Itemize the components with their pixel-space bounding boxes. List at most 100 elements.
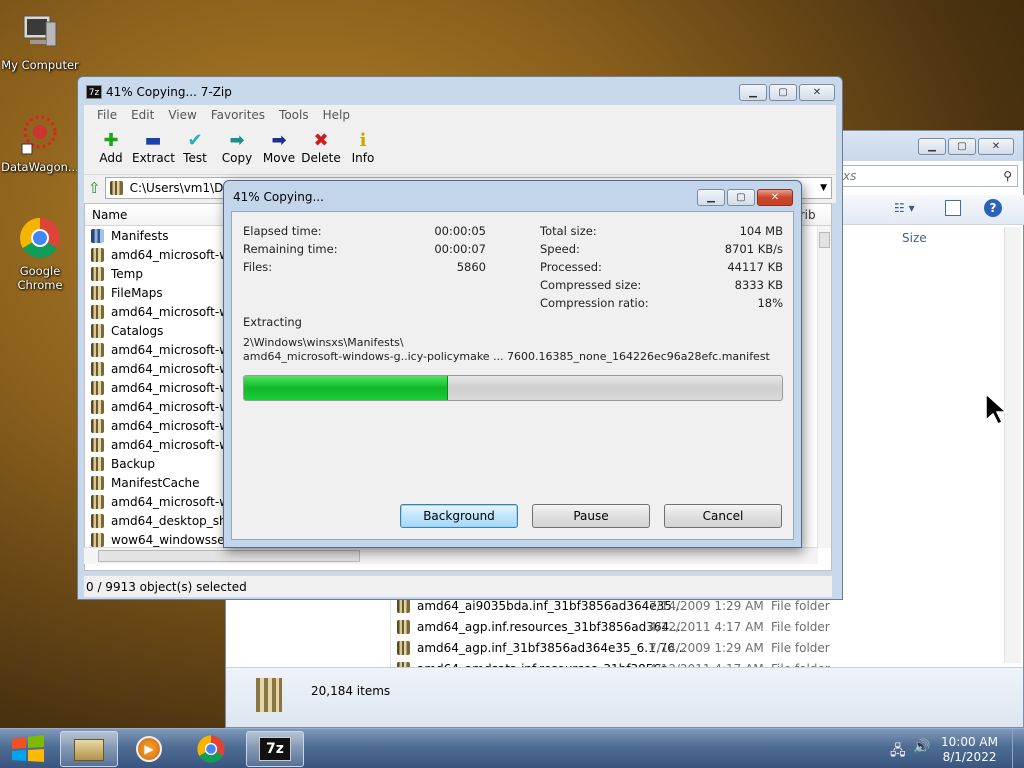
folder-icon: [91, 361, 104, 376]
menu-help[interactable]: Help: [316, 108, 357, 122]
search-text: xs: [843, 169, 857, 183]
scroll-thumb[interactable]: [98, 550, 360, 562]
explorer-scrollbar[interactable]: [1004, 227, 1021, 663]
search-icon: ⚲: [1003, 169, 1012, 183]
maximize-button[interactable]: ▢: [727, 189, 755, 206]
extract-button[interactable]: ▬ Extract: [132, 125, 175, 174]
search-input[interactable]: xs ⚲: [838, 165, 1018, 187]
taskbar-chrome[interactable]: [182, 731, 240, 767]
close-button[interactable]: ✕: [978, 138, 1014, 155]
views-icon[interactable]: ☷ ▾: [894, 201, 915, 215]
move-button[interactable]: ➡ Move: [258, 125, 300, 174]
file-name: amd64_microsoft-win: [111, 342, 240, 357]
7zip-titlebar[interactable]: 7z 41% Copying... 7-Zip: [78, 77, 842, 107]
files-label: Files:: [243, 260, 273, 274]
background-button[interactable]: Background: [400, 504, 518, 528]
menu-favorites[interactable]: Favorites: [204, 108, 272, 122]
folder-icon: [74, 739, 104, 761]
desktop-icon-google-chrome[interactable]: Google Chrome: [0, 216, 80, 292]
current-path: 2\Windows\winsxs\Manifests\: [243, 336, 404, 349]
system-clock[interactable]: 10:00 AM 8/1/2022: [941, 735, 998, 765]
taskbar-7zip[interactable]: 7z: [246, 731, 304, 767]
7zip-logo-icon: 7z: [259, 737, 291, 761]
dialog-body: Elapsed time: 00:00:05 Remaining time: 0…: [231, 211, 794, 540]
folder-icon: [91, 399, 104, 414]
help-icon[interactable]: ?: [984, 199, 1002, 217]
list-item[interactable]: amd64_agp.inf_31bf3856ad364e35_6.1.76...…: [391, 637, 1001, 658]
maximize-button[interactable]: ▢: [948, 138, 976, 155]
menu-file[interactable]: File: [90, 108, 124, 122]
desktop-icon-label: Google Chrome: [17, 264, 63, 292]
folder-icon: [91, 532, 104, 547]
column-header-size[interactable]: Size: [902, 231, 927, 245]
copy-button[interactable]: ➡ Copy: [216, 125, 258, 174]
list-item[interactable]: amd64_agp.inf.resources_31bf3856ad364...…: [391, 616, 1001, 637]
file-name: amd64_microsoft-win: [111, 418, 240, 433]
cancel-button[interactable]: Cancel: [664, 504, 782, 528]
info-label: Info: [351, 151, 375, 165]
file-name: amd64_microsoft-win: [111, 437, 240, 452]
network-icon[interactable]: 🖧: [890, 740, 906, 764]
file-name: FileMaps: [111, 285, 163, 300]
address-text: C:\Users\vm1\D: [129, 181, 224, 195]
preview-pane-icon[interactable]: [945, 200, 961, 216]
folder-icon: [91, 285, 104, 300]
vertical-scrollbar[interactable]: [817, 226, 831, 548]
minimize-button[interactable]: ▁: [739, 84, 767, 101]
taskbar-explorer[interactable]: [60, 731, 118, 767]
desktop-icon-my-computer[interactable]: My Computer: [0, 10, 80, 72]
toolbar: ✚ Add ▬ Extract ✔ Test ➡ Copy ➡ Move ✖ D…: [84, 125, 836, 175]
column-name-label: Name: [92, 207, 128, 222]
maximize-button[interactable]: ▢: [769, 84, 797, 101]
horizontal-scrollbar[interactable]: [84, 547, 818, 564]
folder-icon: [91, 513, 104, 528]
delete-label: Delete: [301, 151, 341, 165]
menu-edit[interactable]: Edit: [124, 108, 161, 122]
folder-icon: [91, 247, 104, 262]
copy-progress-dialog[interactable]: 41% Copying... ▁ ▢ ✕ Elapsed time: 00:00…: [223, 180, 802, 548]
info-button[interactable]: i Info: [342, 125, 384, 174]
file-name: amd64_microsoft-win: [111, 304, 240, 319]
dialog-title: 41% Copying...: [233, 190, 324, 204]
files-value: 5860: [456, 260, 486, 274]
volume-icon[interactable]: 🔊: [913, 739, 930, 755]
menu-tools[interactable]: Tools: [272, 108, 316, 122]
file-name: Temp: [111, 266, 143, 281]
scroll-thumb[interactable]: [819, 232, 830, 248]
close-button[interactable]: ✕: [757, 189, 793, 206]
minimize-button[interactable]: ▁: [918, 138, 946, 155]
file-name: amd64_microsoft-win: [111, 380, 240, 395]
delete-button[interactable]: ✖ Delete: [300, 125, 342, 174]
elapsed-label: Elapsed time:: [243, 224, 322, 238]
menu-view[interactable]: View: [161, 108, 203, 122]
progress-fill: [244, 376, 449, 400]
start-button[interactable]: [4, 729, 54, 768]
up-folder-icon[interactable]: ⇧: [88, 179, 101, 197]
total-size-value: 104 MB: [739, 224, 783, 238]
file-name: amd64_microsoft-win: [111, 247, 240, 262]
move-label: Move: [262, 151, 296, 165]
mouse-cursor-icon: [984, 392, 1008, 429]
add-button[interactable]: ✚ Add: [90, 125, 132, 174]
test-button[interactable]: ✔ Test: [174, 125, 216, 174]
current-action: Extracting: [243, 315, 302, 329]
extract-icon: ▬: [144, 130, 162, 151]
desktop-icon-datawagon[interactable]: DataWagon...: [0, 112, 80, 174]
info-icon: i: [359, 130, 367, 151]
close-button[interactable]: ✕: [799, 84, 835, 101]
folder-stack-icon: [252, 674, 286, 716]
file-name: Manifests: [111, 228, 169, 243]
minimize-button[interactable]: ▁: [697, 189, 725, 206]
show-desktop-button[interactable]: [1012, 729, 1024, 768]
compression-ratio-label: Compression ratio:: [540, 296, 649, 310]
chevron-down-icon[interactable]: ▼: [820, 183, 827, 193]
test-icon: ✔: [187, 130, 203, 151]
test-label: Test: [183, 151, 207, 165]
elapsed-value: 00:00:05: [434, 224, 486, 238]
taskbar-media-player[interactable]: ▶: [120, 731, 178, 767]
folder-icon: [91, 456, 104, 471]
pause-button[interactable]: Pause: [532, 504, 650, 528]
speed-label: Speed:: [540, 242, 580, 256]
file-name: amd64_microsoft-win: [111, 399, 240, 414]
compressed-size-value: 8333 KB: [734, 278, 783, 292]
